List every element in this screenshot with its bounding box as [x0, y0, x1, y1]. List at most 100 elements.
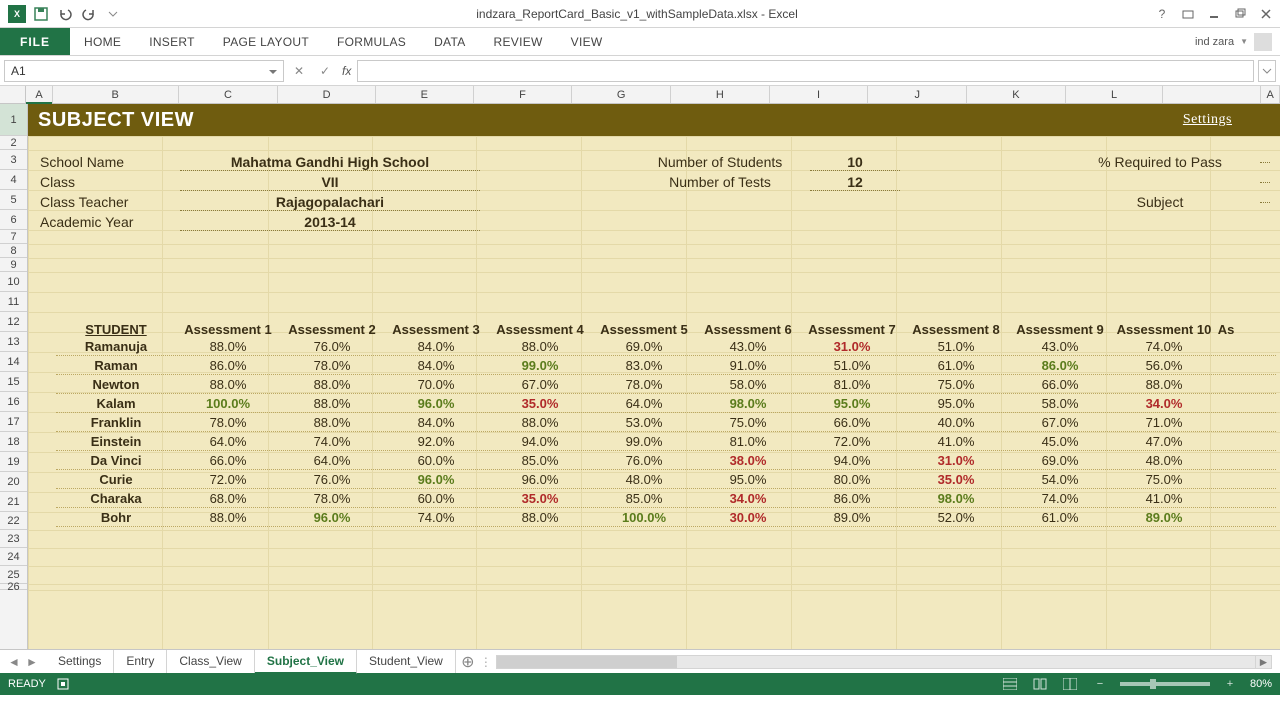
sheet-tab-student_view[interactable]: Student_View: [357, 650, 456, 673]
sheet-tab-settings[interactable]: Settings: [46, 650, 114, 673]
ribbon-display-icon[interactable]: [1176, 4, 1200, 24]
sheet-tab-subject_view[interactable]: Subject_View: [255, 650, 357, 674]
row-header[interactable]: 13: [0, 332, 27, 352]
row-header[interactable]: 26: [0, 584, 27, 590]
col-header[interactable]: E: [376, 86, 474, 103]
tab-data[interactable]: DATA: [420, 28, 479, 55]
normal-view-icon[interactable]: [1000, 676, 1020, 692]
score-cell: 69.0%: [1008, 453, 1112, 468]
col-header[interactable]: H: [671, 86, 770, 103]
row-header[interactable]: 11: [0, 292, 27, 312]
col-header[interactable]: D: [278, 86, 376, 103]
save-icon[interactable]: [30, 3, 52, 25]
help-icon[interactable]: ?: [1150, 4, 1174, 24]
redo-icon[interactable]: [78, 3, 100, 25]
qat-customize-icon[interactable]: [102, 3, 124, 25]
select-all-corner[interactable]: [0, 86, 26, 103]
row-header[interactable]: 20: [0, 472, 27, 492]
page-break-view-icon[interactable]: [1060, 676, 1080, 692]
col-header[interactable]: K: [967, 86, 1066, 103]
formula-input[interactable]: [357, 60, 1254, 82]
sheet-tab-entry[interactable]: Entry: [114, 650, 167, 673]
zoom-slider[interactable]: [1120, 682, 1210, 686]
col-header[interactable]: G: [572, 86, 671, 103]
tab-home[interactable]: HOME: [70, 28, 135, 55]
row-header[interactable]: 19: [0, 452, 27, 472]
user-account[interactable]: ind zara ▼: [1195, 33, 1280, 51]
score-cell: 48.0%: [592, 472, 696, 487]
horizontal-scrollbar[interactable]: ◄ ►: [496, 655, 1272, 669]
undo-icon[interactable]: [54, 3, 76, 25]
row-header[interactable]: 21: [0, 492, 27, 512]
col-header[interactable]: I: [770, 86, 869, 103]
row-header[interactable]: 17: [0, 412, 27, 432]
tab-insert[interactable]: INSERT: [135, 28, 209, 55]
row-header[interactable]: 7: [0, 230, 27, 244]
col-header[interactable]: A: [1261, 86, 1280, 103]
tab-formulas[interactable]: FORMULAS: [323, 28, 420, 55]
label-pass-pct: % Required to Pass: [1060, 154, 1260, 170]
col-header[interactable]: L: [1066, 86, 1164, 103]
tab-page-layout[interactable]: PAGE LAYOUT: [209, 28, 323, 55]
score-cell: 98.0%: [904, 491, 1008, 506]
fx-icon[interactable]: fx: [340, 64, 353, 78]
minimize-icon[interactable]: [1202, 4, 1226, 24]
col-header[interactable]: F: [474, 86, 573, 103]
row-header[interactable]: 6: [0, 210, 27, 230]
name-box[interactable]: A1: [4, 60, 284, 82]
row-header[interactable]: 12: [0, 312, 27, 332]
row-header[interactable]: 18: [0, 432, 27, 452]
score-cell: 40.0%: [904, 415, 1008, 430]
spreadsheet[interactable]: ABCDEFGHIJKLA 12345678910111213141516171…: [0, 86, 1280, 649]
macro-icon[interactable]: [56, 677, 70, 691]
zoom-in-icon[interactable]: +: [1220, 676, 1240, 692]
scroll-right-icon[interactable]: ►: [1255, 656, 1271, 668]
row-header[interactable]: 2: [0, 136, 27, 150]
row-header[interactable]: 5: [0, 190, 27, 210]
excel-icon[interactable]: X: [6, 3, 28, 25]
cell-grid[interactable]: SUBJECT VIEW Settings School Name Mahatm…: [28, 104, 1280, 649]
zoom-out-icon[interactable]: −: [1090, 676, 1110, 692]
score-cell: 69.0%: [592, 339, 696, 354]
row-header[interactable]: 9: [0, 258, 27, 272]
row-header[interactable]: 1: [0, 104, 27, 136]
enter-formula-icon[interactable]: ✓: [314, 60, 336, 82]
sheet-nav-prev-icon[interactable]: ◄: [6, 654, 22, 670]
tab-review[interactable]: REVIEW: [480, 28, 557, 55]
row-header[interactable]: 4: [0, 170, 27, 190]
score-cell: 52.0%: [904, 510, 1008, 525]
close-icon[interactable]: [1254, 4, 1278, 24]
row-header[interactable]: 15: [0, 372, 27, 392]
row-header[interactable]: 3: [0, 150, 27, 170]
row-header[interactable]: 24: [0, 548, 27, 566]
add-sheet-icon[interactable]: ⊕: [456, 652, 480, 672]
col-header[interactable]: B: [53, 86, 179, 103]
score-cell: 88.0%: [280, 396, 384, 411]
expand-formula-icon[interactable]: [1258, 60, 1276, 82]
settings-link[interactable]: Settings: [1183, 112, 1232, 128]
sheet-nav-next-icon[interactable]: ►: [24, 654, 40, 670]
row-header[interactable]: 23: [0, 530, 27, 548]
window-title: indzara_ReportCard_Basic_v1_withSampleDa…: [124, 7, 1150, 21]
col-header[interactable]: [1163, 86, 1261, 103]
row-header[interactable]: 14: [0, 352, 27, 372]
row-header[interactable]: 8: [0, 244, 27, 258]
col-header[interactable]: A: [26, 86, 52, 103]
col-header[interactable]: J: [868, 86, 967, 103]
row-header[interactable]: 10: [0, 272, 27, 292]
row-header[interactable]: 16: [0, 392, 27, 412]
student-name: Ramanuja: [56, 339, 176, 354]
col-header[interactable]: C: [179, 86, 279, 103]
value-subject: [1260, 202, 1270, 203]
column-headers[interactable]: ABCDEFGHIJKLA: [0, 86, 1280, 104]
page-layout-view-icon[interactable]: [1030, 676, 1050, 692]
row-headers[interactable]: 1234567891011121314151617181920212223242…: [0, 104, 28, 649]
table-header-assessment: Assessment 1: [176, 322, 280, 337]
tab-view[interactable]: VIEW: [557, 28, 617, 55]
row-header[interactable]: 22: [0, 512, 27, 530]
tab-file[interactable]: FILE: [0, 28, 70, 55]
sheet-tab-class_view[interactable]: Class_View: [167, 650, 254, 673]
cancel-formula-icon[interactable]: ✕: [288, 60, 310, 82]
restore-icon[interactable]: [1228, 4, 1252, 24]
scroll-thumb[interactable]: [497, 656, 677, 668]
